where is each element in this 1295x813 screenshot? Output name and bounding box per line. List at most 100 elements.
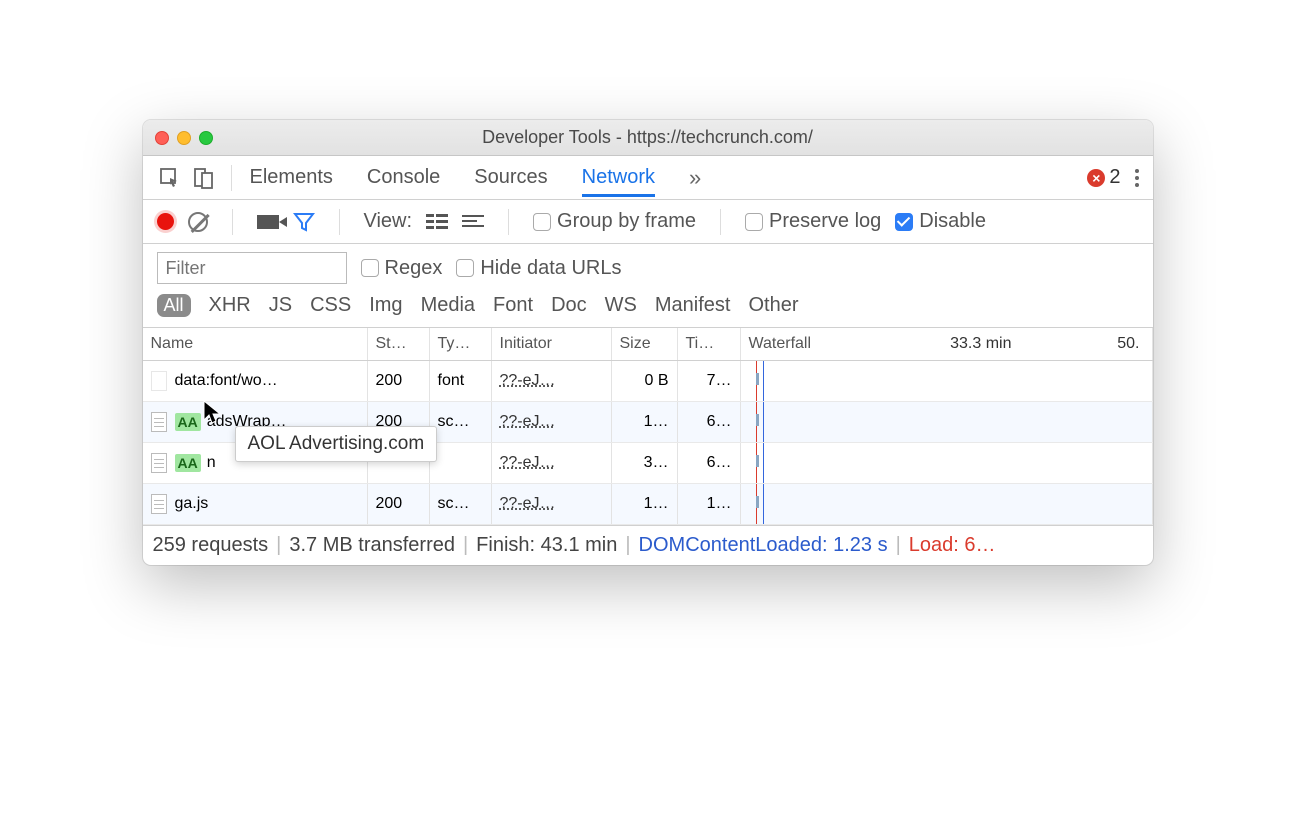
large-rows-icon[interactable] — [426, 213, 448, 231]
col-status[interactable]: St… — [368, 328, 430, 360]
cell-initiator[interactable]: ??-eJ… — [492, 484, 612, 524]
cell-status: 200 — [368, 361, 430, 401]
hover-tooltip: AOL Advertising.com — [235, 426, 438, 462]
filter-row: Regex Hide data URLs — [143, 244, 1153, 288]
maximize-window-button[interactable] — [199, 131, 213, 145]
file-icon — [151, 453, 167, 473]
cell-type: font — [430, 361, 492, 401]
col-initiator[interactable]: Initiator — [492, 328, 612, 360]
request-name: ga.js — [175, 495, 209, 513]
type-filter-css[interactable]: CSS — [310, 294, 351, 317]
clear-button[interactable] — [188, 212, 208, 232]
type-filter-js[interactable]: JS — [269, 294, 292, 317]
small-rows-icon[interactable] — [462, 213, 484, 231]
file-icon — [151, 494, 167, 514]
type-filter-media[interactable]: Media — [421, 294, 475, 317]
cell-waterfall — [741, 484, 1153, 524]
waterfall-axis-2: 50. — [1117, 335, 1139, 353]
type-filter-img[interactable]: Img — [369, 294, 402, 317]
status-footer: 259 requests| 3.7 MB transferred| Finish… — [143, 525, 1153, 565]
footer-load: Load: 6… — [909, 534, 996, 557]
col-type[interactable]: Ty… — [430, 328, 492, 360]
cell-initiator[interactable]: ??-eJ… — [492, 443, 612, 483]
window-title: Developer Tools - https://techcrunch.com… — [143, 127, 1153, 148]
tracker-badge: AA — [175, 454, 201, 472]
cell-type: sc… — [430, 402, 492, 442]
error-count-text: 2 — [1109, 166, 1120, 189]
main-tabs-row: Elements Console Sources Network » × 2 — [143, 156, 1153, 200]
close-window-button[interactable] — [155, 131, 169, 145]
footer-domcontentloaded: DOMContentLoaded: 1.23 s — [639, 534, 888, 557]
type-filter-manifest[interactable]: Manifest — [655, 294, 731, 317]
filter-input[interactable] — [157, 252, 347, 284]
type-filter-font[interactable]: Font — [493, 294, 533, 317]
file-icon — [151, 412, 167, 432]
traffic-lights — [155, 131, 213, 145]
cell-time: 6… — [678, 443, 741, 483]
record-button[interactable] — [157, 213, 174, 230]
filter-toggle-icon[interactable] — [293, 211, 315, 233]
type-filter-ws[interactable]: WS — [605, 294, 637, 317]
tab-console[interactable]: Console — [367, 158, 440, 197]
table-row[interactable]: data:font/wo…200font??-eJ…0 B7… — [143, 361, 1153, 402]
screenshot-capture-icon[interactable] — [257, 215, 279, 229]
settings-menu-button[interactable] — [1131, 165, 1143, 191]
group-by-frame-checkbox[interactable]: Group by frame — [533, 210, 696, 233]
disable-cache-checkbox[interactable]: Disable — [895, 210, 986, 233]
view-label: View: — [364, 210, 413, 233]
titlebar: Developer Tools - https://techcrunch.com… — [143, 120, 1153, 156]
preserve-log-checkbox[interactable]: Preserve log — [745, 210, 881, 233]
col-size[interactable]: Size — [612, 328, 678, 360]
hide-data-urls-checkbox[interactable]: Hide data URLs — [456, 257, 621, 280]
network-toolbar: View: Group by frame Preserve log Disabl… — [143, 200, 1153, 244]
cell-waterfall — [741, 361, 1153, 401]
tab-network[interactable]: Network — [582, 158, 655, 197]
panel-tabs: Elements Console Sources Network — [250, 158, 656, 197]
inspect-element-icon[interactable] — [153, 167, 187, 189]
cell-type — [430, 443, 492, 483]
footer-transferred: 3.7 MB transferred — [289, 534, 455, 557]
requests-table: Name St… Ty… Initiator Size Ti… Waterfal… — [143, 328, 1153, 525]
minimize-window-button[interactable] — [177, 131, 191, 145]
more-tabs-button[interactable]: » — [689, 165, 701, 191]
request-name: n — [207, 454, 216, 472]
cell-size: 1… — [612, 484, 678, 524]
error-count-badge[interactable]: × 2 — [1087, 166, 1120, 189]
cell-initiator[interactable]: ??-eJ… — [492, 361, 612, 401]
separator — [720, 209, 721, 235]
tracker-badge: AA — [175, 413, 201, 431]
device-toggle-icon[interactable] — [187, 167, 221, 189]
type-filter-xhr[interactable]: XHR — [209, 294, 251, 317]
error-icon: × — [1087, 169, 1105, 187]
col-time[interactable]: Ti… — [678, 328, 741, 360]
devtools-window: Developer Tools - https://techcrunch.com… — [143, 120, 1153, 565]
col-name[interactable]: Name — [143, 328, 368, 360]
table-row[interactable]: ga.js200sc…??-eJ…1…1… — [143, 484, 1153, 525]
type-filter-row: All XHR JS CSS Img Media Font Doc WS Man… — [143, 288, 1153, 328]
cell-size: 3… — [612, 443, 678, 483]
type-filter-other[interactable]: Other — [748, 294, 798, 317]
cell-status: 200 — [368, 484, 430, 524]
waterfall-axis-1: 33.3 min — [950, 335, 1011, 353]
regex-checkbox[interactable]: Regex — [361, 257, 443, 280]
separator — [232, 209, 233, 235]
type-filter-all[interactable]: All — [157, 294, 191, 317]
cell-type: sc… — [430, 484, 492, 524]
tab-sources[interactable]: Sources — [474, 158, 547, 197]
tab-elements[interactable]: Elements — [250, 158, 333, 197]
cell-time: 6… — [678, 402, 741, 442]
separator — [508, 209, 509, 235]
separator — [231, 165, 232, 191]
cell-waterfall — [741, 402, 1153, 442]
cell-size: 1… — [612, 402, 678, 442]
col-waterfall[interactable]: Waterfall 33.3 min 50. — [741, 328, 1153, 360]
cell-time: 1… — [678, 484, 741, 524]
cell-initiator[interactable]: ??-eJ… — [492, 402, 612, 442]
file-icon — [151, 371, 167, 391]
footer-requests: 259 requests — [153, 534, 269, 557]
type-filter-doc[interactable]: Doc — [551, 294, 587, 317]
separator — [339, 209, 340, 235]
cell-waterfall — [741, 443, 1153, 483]
cell-time: 7… — [678, 361, 741, 401]
table-header: Name St… Ty… Initiator Size Ti… Waterfal… — [143, 328, 1153, 361]
